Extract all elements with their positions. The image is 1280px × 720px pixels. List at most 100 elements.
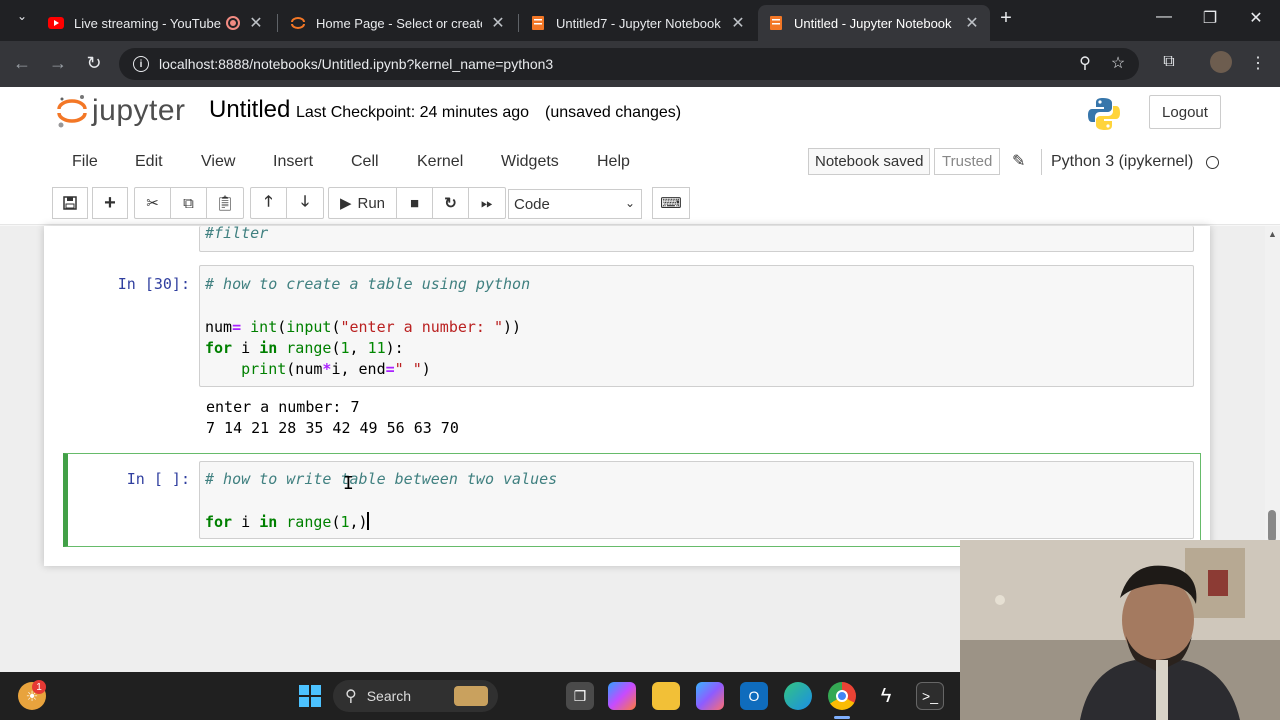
- scrollbar-thumb[interactable]: [1268, 510, 1276, 542]
- microsoft-365-icon[interactable]: [696, 682, 724, 710]
- arrow-down-icon: 🡓: [301, 192, 309, 210]
- copy-button[interactable]: ⧉: [171, 188, 207, 218]
- insert-cell-button[interactable]: +: [92, 187, 128, 219]
- url-field[interactable]: i localhost:8888/notebooks/Untitled.ipyn…: [119, 48, 1139, 80]
- jupyter-logo[interactable]: jupyter: [56, 93, 186, 129]
- last-checkpoint: Last Checkpoint: 24 minutes ago: [296, 104, 530, 121]
- taskbar-search[interactable]: ⚲ Search: [333, 680, 498, 712]
- cell-output-line: enter a number: 7: [206, 398, 360, 416]
- cell-output-line: 7 14 21 28 35 42 49 56 63 70: [206, 419, 459, 437]
- menu-cell[interactable]: Cell: [351, 153, 379, 171]
- jupyter-header: jupyter Untitled Last Checkpoint: 24 min…: [0, 87, 1280, 142]
- close-tab-icon[interactable]: ✕: [730, 13, 746, 33]
- chrome-icon[interactable]: [828, 682, 856, 710]
- more-menu-icon[interactable]: ⋮: [1246, 53, 1270, 73]
- logout-button[interactable]: Logout: [1149, 95, 1221, 129]
- cell-type-select[interactable]: Code ⌄: [508, 189, 642, 219]
- close-tab-icon[interactable]: ✕: [248, 13, 264, 33]
- chevron-down-icon: ⌄: [624, 196, 635, 210]
- browser-tab-bar: ⌄ Live streaming - YouTube St ✕ Home Pag…: [0, 0, 1280, 41]
- keyboard-icon: ⌨: [660, 195, 682, 212]
- edit-button-group: ✂ ⧉ 📋︎: [134, 187, 244, 219]
- save-icon: [63, 196, 77, 210]
- unsaved-changes: (unsaved changes): [545, 104, 682, 121]
- tab-separator: [277, 14, 278, 32]
- menu-edit[interactable]: Edit: [135, 153, 163, 171]
- run-button-group: ▶ Run ■ ↻ ⏩︎: [328, 187, 506, 219]
- zoom-icon[interactable]: ⚲: [1073, 53, 1097, 73]
- jupyter-icon: [290, 15, 306, 31]
- back-icon[interactable]: ←: [10, 53, 34, 74]
- bookmark-star-icon[interactable]: ☆: [1106, 53, 1130, 73]
- close-tab-icon[interactable]: ✕: [964, 13, 980, 33]
- cell-input-partial[interactable]: [199, 226, 1194, 252]
- profile-avatar[interactable]: [1210, 51, 1232, 73]
- move-up-button[interactable]: 🡑: [251, 188, 287, 218]
- copilot-icon[interactable]: [608, 682, 636, 710]
- move-down-button[interactable]: 🡓: [287, 188, 323, 218]
- tab-separator: [518, 14, 519, 32]
- minimize-icon[interactable]: —: [1144, 8, 1184, 26]
- file-explorer-icon[interactable]: [652, 682, 680, 710]
- cut-button[interactable]: ✂: [135, 188, 171, 218]
- reload-icon[interactable]: ↻: [82, 53, 106, 74]
- paste-icon: 📋︎: [215, 195, 235, 212]
- youtube-icon: [48, 15, 64, 31]
- outlook-icon[interactable]: O: [740, 682, 768, 710]
- code-line: num= int(input("enter a number: ")): [205, 318, 522, 336]
- code-line: for i in range(1, 11):: [205, 339, 404, 357]
- trusted-indicator[interactable]: Trusted: [934, 148, 1001, 175]
- tab-untitled-active[interactable]: Untitled - Jupyter Notebook ✕: [758, 5, 990, 41]
- tab-untitled7[interactable]: Untitled7 - Jupyter Notebook ✕: [520, 5, 756, 41]
- site-info-icon[interactable]: i: [133, 56, 149, 72]
- close-window-icon[interactable]: ✕: [1236, 8, 1276, 28]
- copy-icon: ⧉: [183, 194, 194, 212]
- scissors-icon: ✂: [146, 195, 159, 212]
- restart-button[interactable]: ↻: [433, 188, 469, 218]
- edge-icon[interactable]: [784, 682, 812, 710]
- close-tab-icon[interactable]: ✕: [490, 13, 506, 33]
- code-line: print(num*i, end=" "): [241, 360, 431, 378]
- tab-home-page[interactable]: Home Page - Select or create a ✕: [280, 5, 516, 41]
- scroll-up-arrow-icon[interactable]: ▲: [1268, 229, 1277, 239]
- menubar: File Edit View Insert Cell Kernel Widget…: [52, 143, 1228, 181]
- task-view-icon[interactable]: ❐: [566, 682, 594, 710]
- cell-prompt: In [30]:: [117, 275, 190, 293]
- plus-icon: +: [104, 191, 116, 214]
- restart-run-all-button[interactable]: ⏩︎: [469, 188, 505, 218]
- terminal-icon[interactable]: >_: [916, 682, 944, 710]
- code-comment: # how to write table between two values: [205, 470, 558, 488]
- save-button[interactable]: [52, 187, 88, 219]
- menu-kernel[interactable]: Kernel: [417, 153, 463, 171]
- paste-button[interactable]: 📋︎: [207, 188, 243, 218]
- winget-icon[interactable]: ϟ: [872, 682, 900, 710]
- menu-file[interactable]: File: [72, 153, 98, 171]
- menu-view[interactable]: View: [201, 153, 235, 171]
- webcam-overlay: [960, 540, 1280, 720]
- menu-widgets[interactable]: Widgets: [501, 153, 559, 171]
- new-tab-icon[interactable]: +: [986, 7, 1026, 30]
- search-highlight-icon: [454, 686, 488, 706]
- tab-youtube[interactable]: Live streaming - YouTube St ✕: [38, 5, 274, 41]
- menu-insert[interactable]: Insert: [273, 153, 313, 171]
- text-cursor: [367, 512, 369, 530]
- notebook-name[interactable]: Untitled: [209, 96, 290, 124]
- python-logo-icon: [1086, 96, 1122, 132]
- address-bar: ← → ↻ i localhost:8888/notebooks/Untitle…: [0, 41, 1280, 87]
- kernel-name[interactable]: Python 3 (ipykernel): [1051, 153, 1193, 171]
- windows-start-icon[interactable]: [296, 682, 324, 710]
- maximize-icon[interactable]: ❐: [1190, 8, 1230, 28]
- tab-search-chevron-icon[interactable]: ⌄: [2, 9, 42, 23]
- forward-icon[interactable]: →: [46, 53, 70, 74]
- command-palette-button[interactable]: ⌨: [652, 187, 690, 219]
- notebook-toolbar: + ✂ ⧉ 📋︎ 🡑 🡓 ▶ Run ■ ↻ ⏩︎ Code ⌄ ⌨: [52, 186, 1228, 222]
- interrupt-button[interactable]: ■: [397, 188, 433, 218]
- extensions-icon[interactable]: ⧉: [1157, 53, 1181, 71]
- run-button[interactable]: ▶ Run: [329, 188, 397, 218]
- edit-pencil-icon[interactable]: ✎: [1012, 151, 1025, 171]
- menu-help[interactable]: Help: [597, 153, 630, 171]
- move-button-group: 🡑 🡓: [250, 187, 324, 219]
- stop-icon: ■: [409, 194, 420, 212]
- play-icon: ▶: [339, 195, 352, 212]
- active-app-indicator: [834, 716, 850, 719]
